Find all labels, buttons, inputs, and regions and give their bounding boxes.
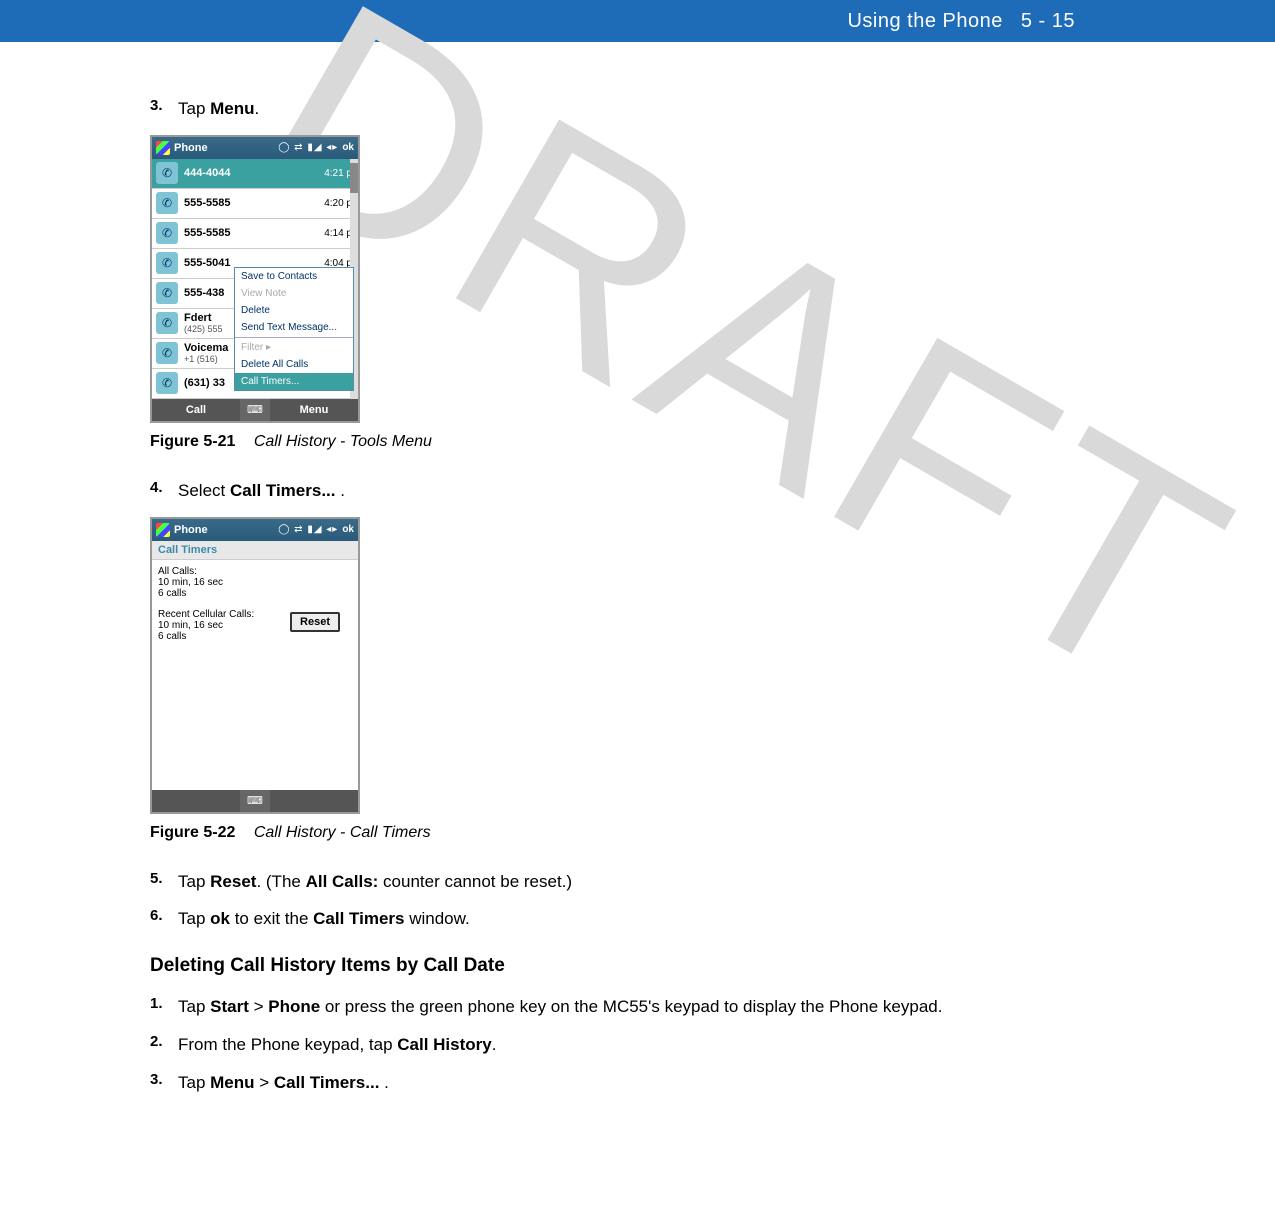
- header-section: Using the Phone: [847, 10, 1002, 33]
- step-text: Tap ok to exit the Call Timers window.: [178, 907, 1125, 931]
- step: 5.Tap Reset. (The All Calls: counter can…: [150, 870, 1125, 894]
- step: 6.Tap ok to exit the Call Timers window.: [150, 907, 1125, 931]
- phone-icon: ✆: [156, 342, 178, 364]
- step-number: 2.: [150, 1033, 178, 1057]
- call-history-row[interactable]: ✆555-55854:20 p: [152, 189, 358, 219]
- phone-icon: ✆: [156, 192, 178, 214]
- steps-group-d: 1.Tap Start > Phone or press the green p…: [150, 995, 1125, 1094]
- step: 2.From the Phone keypad, tap Call Histor…: [150, 1033, 1125, 1057]
- step-number: 3.: [150, 97, 178, 121]
- phone-screenshot-call-history: Phone ◯ ⇄ ▮◢ ◂▸ ok ✆444-40444:21 p✆555-5…: [150, 135, 360, 423]
- menu-item: View Note: [235, 285, 353, 302]
- step-text: Select Call Timers... .: [178, 479, 1125, 503]
- phone-softbar: ⌨: [152, 790, 358, 812]
- menu-item[interactable]: Delete All Calls: [235, 356, 353, 373]
- context-menu: Save to ContactsView NoteDeleteSend Text…: [234, 267, 354, 391]
- all-calls-time: 10 min, 16 sec: [158, 577, 352, 588]
- steps-group-b: 4.Select Call Timers... .: [150, 479, 1125, 503]
- step-number: 6.: [150, 907, 178, 931]
- phone-icon: ✆: [156, 222, 178, 244]
- step-text: Tap Reset. (The All Calls: counter canno…: [178, 870, 1125, 894]
- menu-item[interactable]: Save to Contacts: [235, 268, 353, 285]
- ok-button[interactable]: ok: [342, 524, 354, 535]
- step-text: Tap Menu > Call Timers... .: [178, 1071, 1125, 1095]
- section-heading: Deleting Call History Items by Call Date: [150, 955, 1125, 977]
- softkey-call[interactable]: Call: [152, 404, 240, 416]
- phone-screenshot-call-timers: Phone ◯ ⇄ ▮◢ ◂▸ ok Call Timers All Calls…: [150, 517, 360, 814]
- menu-item[interactable]: Delete: [235, 302, 353, 319]
- header-pagenum: 5 - 15: [1021, 10, 1075, 33]
- page-content: DRAFT 3.Tap Menu. Phone ◯ ⇄ ▮◢ ◂▸ ok ✆44…: [0, 42, 1275, 1149]
- step-number: 5.: [150, 870, 178, 894]
- step-text: Tap Menu.: [178, 97, 1125, 121]
- phone-titlebar: Phone ◯ ⇄ ▮◢ ◂▸ ok: [152, 519, 358, 541]
- step-text: From the Phone keypad, tap Call History.: [178, 1033, 1125, 1057]
- figure-caption-2: Figure 5-22 Call History - Call Timers: [150, 824, 1125, 842]
- menu-item: Filter ▸: [235, 339, 353, 356]
- ok-button[interactable]: ok: [342, 142, 354, 153]
- menu-separator: [235, 337, 353, 338]
- phone-icon: ✆: [156, 282, 178, 304]
- phone-icon: ✆: [156, 312, 178, 334]
- softkey-menu[interactable]: Menu: [270, 404, 358, 416]
- all-calls-block: All Calls: 10 min, 16 sec 6 calls: [158, 566, 352, 599]
- phone-title: Phone: [174, 142, 278, 154]
- phone-titlebar: Phone ◯ ⇄ ▮◢ ◂▸ ok: [152, 137, 358, 159]
- phone-title: Phone: [174, 524, 278, 536]
- call-history-row[interactable]: ✆444-40444:21 p: [152, 159, 358, 189]
- step-number: 3.: [150, 1071, 178, 1095]
- all-calls-count: 6 calls: [158, 588, 352, 599]
- steps-group-a: 3.Tap Menu.: [150, 97, 1125, 121]
- phone-icon: ✆: [156, 252, 178, 274]
- step: 3.Tap Menu > Call Timers... .: [150, 1071, 1125, 1095]
- step-number: 1.: [150, 995, 178, 1019]
- page-header: Using the Phone 5 - 15: [0, 0, 1275, 42]
- figure-title: Call History - Call Timers: [254, 824, 431, 841]
- windows-icon: [156, 523, 170, 537]
- figure-title: Call History - Tools Menu: [254, 433, 432, 450]
- call-number: 444-4044: [182, 167, 324, 179]
- step-text: Tap Start > Phone or press the green pho…: [178, 995, 1125, 1019]
- call-number: 555-5585: [182, 197, 324, 209]
- steps-group-c: 5.Tap Reset. (The All Calls: counter can…: [150, 870, 1125, 932]
- call-timers-subheader: Call Timers: [152, 541, 358, 560]
- status-icons: ◯ ⇄ ▮◢ ◂▸: [278, 142, 338, 153]
- recent-count: 6 calls: [158, 631, 352, 642]
- windows-icon: [156, 141, 170, 155]
- call-number: 555-5585: [182, 227, 324, 239]
- phone-icon: ✆: [156, 162, 178, 184]
- step: 4.Select Call Timers... .: [150, 479, 1125, 503]
- menu-item[interactable]: Send Text Message...: [235, 319, 353, 336]
- status-icons: ◯ ⇄ ▮◢ ◂▸: [278, 524, 338, 535]
- menu-item[interactable]: Call Timers...: [235, 373, 353, 390]
- all-calls-label: All Calls:: [158, 566, 352, 577]
- figure-caption-1: Figure 5-21 Call History - Tools Menu: [150, 433, 1125, 451]
- figure-label: Figure 5-21: [150, 433, 235, 450]
- call-history-row[interactable]: ✆555-55854:14 p: [152, 219, 358, 249]
- step: 3.Tap Menu.: [150, 97, 1125, 121]
- phone-icon: ✆: [156, 372, 178, 394]
- reset-button[interactable]: Reset: [290, 612, 340, 632]
- step-number: 4.: [150, 479, 178, 503]
- phone-softbar: Call ⌨ Menu: [152, 399, 358, 421]
- softkey-keyboard-icon[interactable]: ⌨: [240, 399, 270, 421]
- call-timers-body: All Calls: 10 min, 16 sec 6 calls Recent…: [152, 560, 358, 790]
- step: 1.Tap Start > Phone or press the green p…: [150, 995, 1125, 1019]
- figure-label: Figure 5-22: [150, 824, 235, 841]
- softkey-keyboard-icon[interactable]: ⌨: [240, 790, 270, 812]
